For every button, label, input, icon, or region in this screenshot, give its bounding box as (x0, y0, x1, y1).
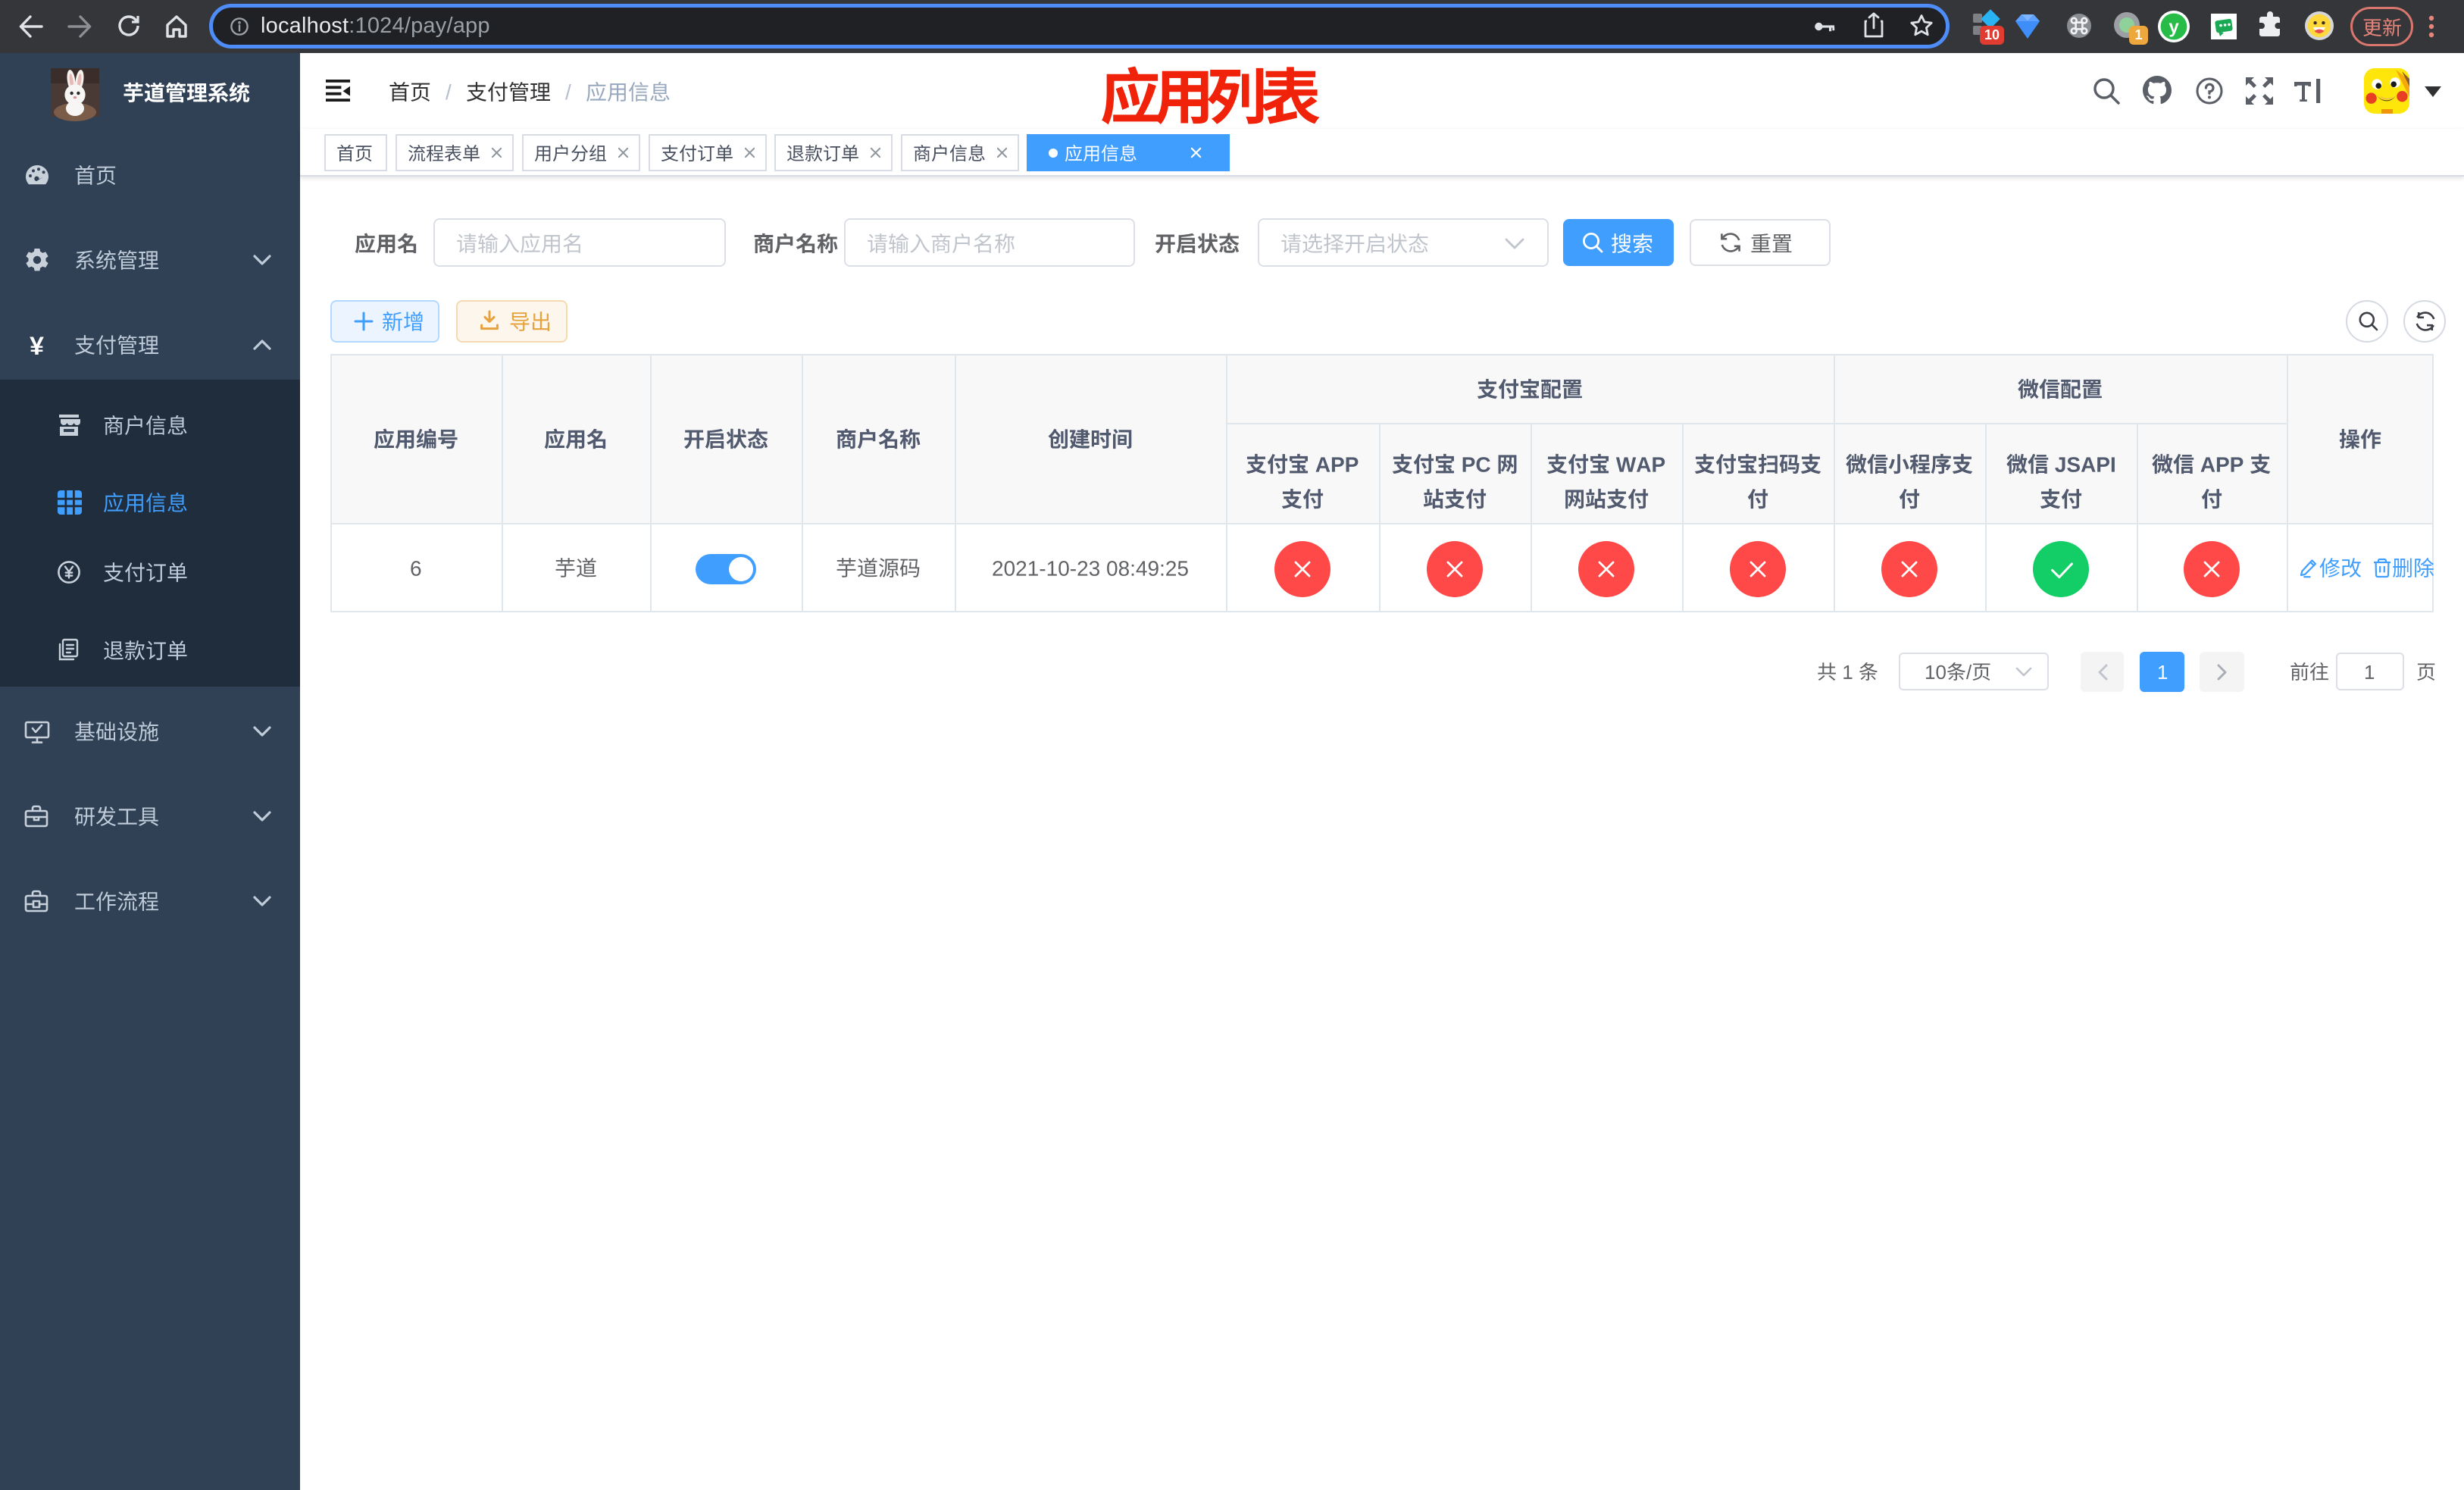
svg-text:y: y (2169, 17, 2179, 38)
